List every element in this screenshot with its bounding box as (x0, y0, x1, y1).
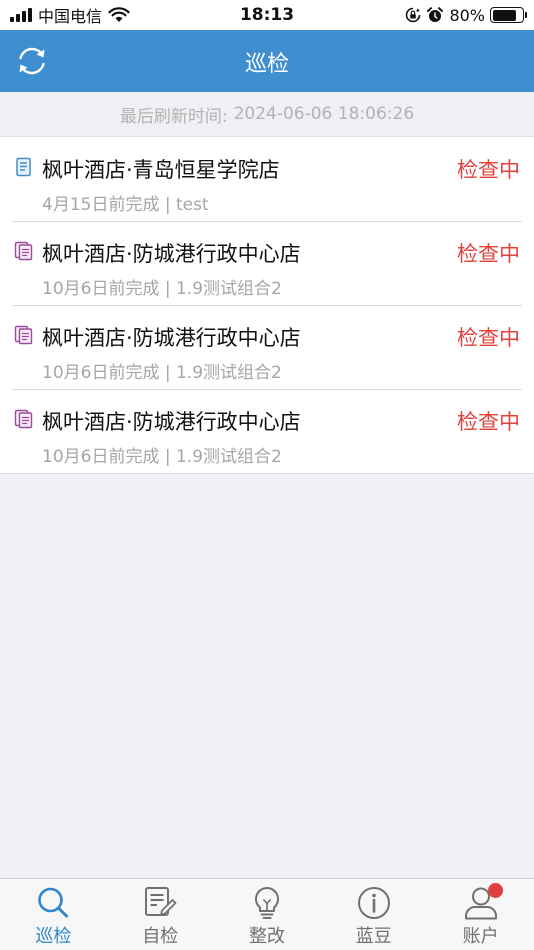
status-bar: 中国电信 18:13 80% (0, 0, 534, 30)
nav-bar: 巡检 (0, 30, 534, 92)
lightbulb-icon (255, 886, 279, 919)
inspection-list: 枫叶酒店·青岛恒星学院店 4月15日前完成 | test 检查中 枫叶酒店·防城… (0, 136, 534, 474)
tab-label: 巡检 (35, 926, 72, 947)
list-item[interactable]: 枫叶酒店·防城港行政中心店 10月6日前完成 | 1.9测试组合2 检查中 (0, 305, 534, 389)
item-title: 枫叶酒店·青岛恒星学院店 (42, 158, 280, 182)
battery-percent: 80% (449, 5, 485, 25)
item-title: 枫叶酒店·防城港行政中心店 (42, 410, 301, 434)
item-subtitle: 10月6日前完成 | 1.9测试组合2 (42, 447, 282, 467)
documents-icon (14, 325, 33, 345)
status-badge: 检查中 (457, 410, 520, 434)
last-refresh-timestamp: 2024-06-06 18:06:26 (233, 104, 415, 124)
last-refresh-info: 最后刷新时间: 2024-06-06 18:06:26 (0, 92, 534, 136)
rotation-lock-icon (406, 7, 421, 23)
info-icon (357, 887, 390, 919)
tab-rectify[interactable]: 整改 (214, 879, 321, 950)
item-subtitle: 4月15日前完成 | test (42, 195, 209, 215)
document-icon (16, 157, 31, 177)
documents-icon (14, 409, 33, 429)
status-right: 80% (405, 5, 527, 25)
list-item[interactable]: 枫叶酒店·防城港行政中心店 10月6日前完成 | 1.9测试组合2 检查中 (0, 389, 534, 473)
status-badge: 检查中 (457, 242, 520, 266)
item-title: 枫叶酒店·防城港行政中心店 (42, 326, 301, 350)
tab-label: 蓝豆 (355, 926, 392, 947)
notification-badge (488, 883, 504, 898)
tab-blue-beans[interactable]: 蓝豆 (320, 879, 427, 950)
tab-label: 整改 (248, 926, 285, 947)
tab-label: 账户 (462, 926, 499, 947)
tab-account[interactable]: 账户 (427, 879, 534, 950)
list-item[interactable]: 枫叶酒店·防城港行政中心店 10月6日前完成 | 1.9测试组合2 检查中 (0, 221, 534, 305)
status-badge: 检查中 (457, 158, 520, 182)
documents-icon (14, 241, 33, 261)
tab-self-check[interactable]: 自检 (107, 879, 214, 950)
tab-bar: 巡检 自检 整改 蓝豆 账户 (0, 878, 534, 950)
battery-icon (490, 7, 527, 23)
list-item[interactable]: 枫叶酒店·青岛恒星学院店 4月15日前完成 | test 检查中 (0, 137, 534, 221)
item-subtitle: 10月6日前完成 | 1.9测试组合2 (42, 363, 282, 383)
alarm-icon (427, 7, 444, 22)
edit-document-icon (145, 887, 177, 916)
page-title: 巡检 (244, 52, 289, 77)
item-title: 枫叶酒店·防城港行政中心店 (42, 242, 301, 266)
battery-fill (492, 9, 516, 21)
search-icon (38, 887, 69, 918)
item-subtitle: 10月6日前完成 | 1.9测试组合2 (42, 279, 282, 299)
last-refresh-label: 最后刷新时间: (119, 106, 228, 127)
tab-patrol[interactable]: 巡检 (0, 879, 107, 950)
tab-label: 自检 (142, 926, 179, 947)
status-badge: 检查中 (457, 326, 520, 350)
